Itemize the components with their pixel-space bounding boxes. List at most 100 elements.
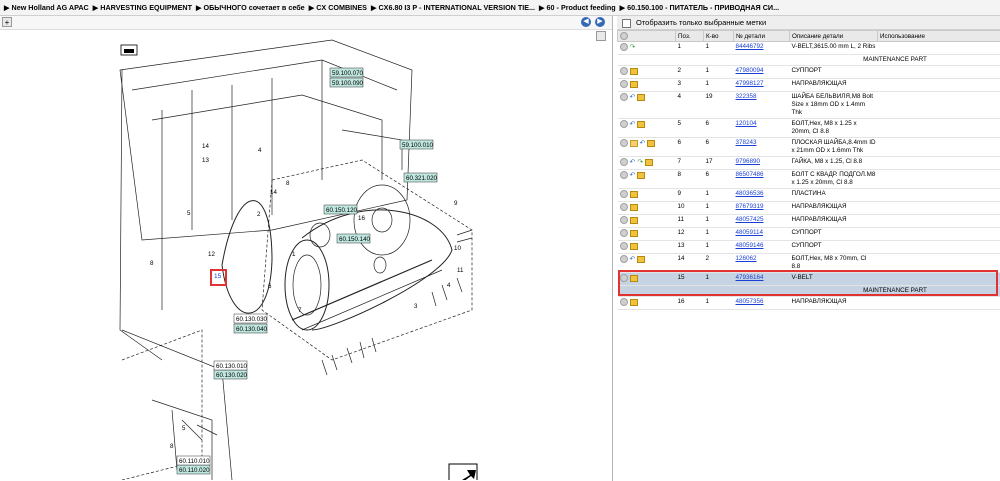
part-number-link[interactable]: 86507486: [736, 171, 764, 178]
part-number-link[interactable]: 48059146: [736, 242, 764, 249]
ref-label[interactable]: 60.150.120: [323, 204, 358, 215]
highlighted-callout[interactable]: 15: [214, 273, 221, 280]
ref-label[interactable]: 60.130.020: [213, 369, 248, 380]
table-row[interactable]: ↶ 6 6 378243 ПЛОСКАЯ ШАЙБА,8.4mm ID x 21mm O…: [617, 137, 1000, 157]
table-row[interactable]: 9 1 48036536 ПЛАСТИНА: [617, 188, 1000, 202]
table-row[interactable]: 15 1 47936164 V-BELT: [617, 272, 1000, 286]
box-icon[interactable]: [637, 93, 646, 101]
table-row[interactable]: ↶ 8 6 86507486 БОЛТ С КВАДР. ПОДГОЛ.M8 x 1.2…: [617, 169, 1000, 189]
previous-page-icon[interactable]: ◀: [581, 17, 591, 27]
row-part-number[interactable]: 48057425: [733, 214, 790, 228]
ref-label[interactable]: 59.100.010: [399, 139, 434, 150]
forward-arrow-icon[interactable]: ↷: [637, 159, 643, 166]
box-icon[interactable]: [629, 216, 638, 224]
circle-icon[interactable]: [620, 32, 628, 40]
header-icons[interactable]: [617, 30, 676, 42]
row-part-number[interactable]: 87679319: [733, 201, 790, 215]
circle-icon[interactable]: [619, 190, 628, 198]
forward-arrow-icon[interactable]: ↷: [630, 44, 636, 51]
back-arrow-icon[interactable]: ↶: [630, 94, 636, 101]
box-icon[interactable]: [645, 158, 654, 166]
row-part-number[interactable]: 47936164: [733, 272, 790, 286]
row-part-number[interactable]: 322358: [733, 91, 790, 119]
ref-label[interactable]: 60.130.030: [233, 313, 268, 324]
circle-icon[interactable]: [619, 43, 628, 51]
row-part-number[interactable]: 126062: [733, 253, 790, 273]
box-icon[interactable]: [629, 298, 638, 306]
ref-label[interactable]: 60.110.020: [176, 464, 211, 475]
back-arrow-icon[interactable]: ↶: [630, 159, 636, 166]
part-number-link[interactable]: 48059114: [736, 229, 764, 236]
table-row[interactable]: 3 1 47998127 НАПРАВЛЯЮЩАЯ: [617, 78, 1000, 92]
circle-icon[interactable]: [619, 216, 628, 224]
header-qty[interactable]: К-во: [703, 30, 734, 42]
row-part-number[interactable]: 48057356: [733, 296, 790, 310]
box-icon[interactable]: [629, 203, 638, 211]
breadcrumb-item[interactable]: ▶ 60 - Product feeding: [539, 3, 616, 12]
table-row[interactable]: 10 1 87679319 НАПРАВЛЯЮЩАЯ: [617, 201, 1000, 215]
part-number-link[interactable]: 47936164: [736, 274, 764, 281]
box-icon[interactable]: [647, 139, 656, 147]
circle-icon[interactable]: [619, 274, 628, 282]
ref-label[interactable]: 60.130.010: [213, 360, 248, 371]
box-icon[interactable]: [629, 190, 638, 198]
box-icon[interactable]: [629, 67, 638, 75]
circle-icon[interactable]: [619, 158, 628, 166]
ref-label[interactable]: 60.321.020: [403, 172, 438, 183]
collapse-button[interactable]: +: [2, 17, 12, 27]
part-number-link[interactable]: 120104: [736, 120, 757, 127]
row-part-number[interactable]: 47980094: [733, 65, 790, 79]
header-description[interactable]: Описание детали: [789, 30, 878, 42]
part-number-link[interactable]: 48036536: [736, 190, 764, 197]
circle-icon[interactable]: [619, 120, 628, 128]
part-number-link[interactable]: 48057425: [736, 216, 764, 223]
row-part-number[interactable]: 47998127: [733, 78, 790, 92]
circle-icon[interactable]: [619, 298, 628, 306]
table-row[interactable]: ↶ 5 6 120104 БОЛТ,Hex, M8 x 1.25 x 20mm, Cl …: [617, 118, 1000, 138]
breadcrumb-item[interactable]: ▶ HARVESTING EQUIPMENT: [93, 3, 192, 12]
breadcrumb-item[interactable]: ▶ New Holland AG APAC: [4, 3, 89, 12]
breadcrumb-item[interactable]: ▶ CX6.80 I3 P - INTERNATIONAL VERSION TI…: [371, 3, 535, 12]
box-icon[interactable]: [637, 120, 646, 128]
breadcrumb-item[interactable]: ▶ ОБЫЧНОГО сочетает в себе: [196, 3, 305, 12]
part-number-link[interactable]: 126062: [736, 255, 757, 262]
part-number-link[interactable]: 48057356: [736, 298, 764, 305]
back-arrow-icon[interactable]: ↶: [630, 121, 636, 128]
part-number-link[interactable]: 84446792: [736, 43, 764, 50]
show-selected-checkbox[interactable]: [622, 18, 631, 28]
row-part-number[interactable]: 86507486: [733, 169, 790, 189]
row-part-number[interactable]: 48059114: [733, 227, 790, 241]
ref-label[interactable]: 60.130.040: [233, 323, 268, 334]
box-icon[interactable]: [629, 229, 638, 237]
part-number-link[interactable]: 378243: [736, 139, 757, 146]
expand-icon[interactable]: [448, 463, 478, 480]
top-left-icon[interactable]: [120, 44, 138, 56]
table-row[interactable]: 16 1 48057356 НАПРАВЛЯЮЩАЯ: [617, 296, 1000, 310]
part-number-link[interactable]: 87679319: [736, 203, 764, 210]
part-number-link[interactable]: 9796890: [736, 158, 761, 165]
circle-icon[interactable]: [619, 242, 628, 250]
row-part-number[interactable]: 48036536: [733, 188, 790, 202]
box-icon[interactable]: [629, 242, 638, 250]
parts-diagram[interactable]: 59.100.070 59.100.090 59.100.010 60.321.…: [2, 30, 610, 480]
box-icon[interactable]: [629, 274, 638, 282]
circle-icon[interactable]: [619, 139, 628, 147]
row-part-number[interactable]: 9796890: [733, 156, 790, 170]
circle-icon[interactable]: [619, 171, 628, 179]
row-part-number[interactable]: 378243: [733, 137, 790, 157]
next-page-icon[interactable]: ▶: [595, 17, 605, 27]
header-pos[interactable]: Поз.: [675, 30, 704, 42]
row-part-number[interactable]: 120104: [733, 118, 790, 138]
table-row[interactable]: ↷ 1 1 84446792 V-BELT,3615.00 mm L, 2 Ribs: [617, 41, 1000, 55]
ref-label[interactable]: 59.100.070: [329, 67, 364, 78]
row-part-number[interactable]: 48059146: [733, 240, 790, 254]
breadcrumb-item[interactable]: ▶ CX COMBINES: [309, 3, 367, 12]
box-icon[interactable]: [637, 171, 646, 179]
part-number-link[interactable]: 322358: [736, 93, 757, 100]
ref-label[interactable]: 60.110.010: [176, 455, 211, 466]
table-row[interactable]: ↶ 4 19 322358 ШАЙБА БЕЛЬВИЛЯ,M8 Bolt Size x …: [617, 91, 1000, 119]
folder-icon[interactable]: [629, 139, 638, 147]
row-part-number[interactable]: 84446792: [733, 41, 790, 55]
back-arrow-icon[interactable]: ↶: [640, 140, 646, 147]
header-part-number[interactable]: № детали: [733, 30, 790, 42]
